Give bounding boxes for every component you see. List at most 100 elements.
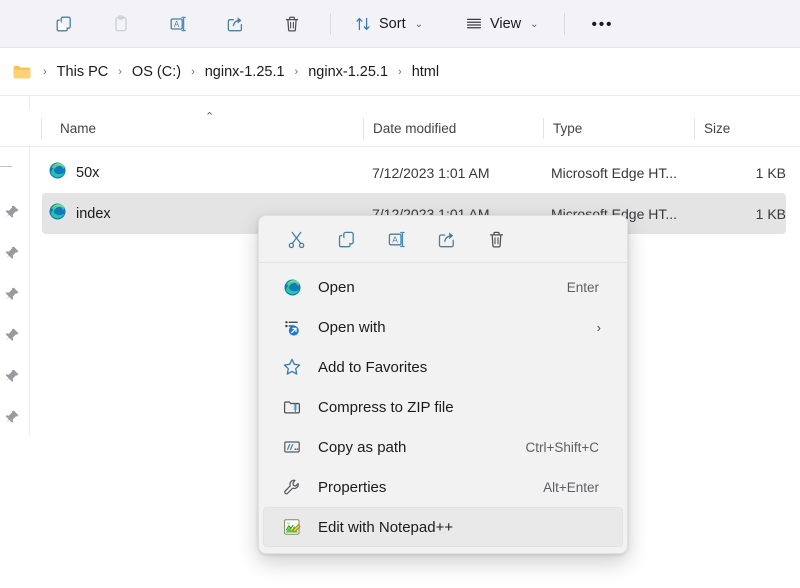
column-divider[interactable] <box>363 118 364 139</box>
wrench-icon <box>282 477 302 497</box>
breadcrumb: › This PC › OS (C:) › nginx-1.25.1 › ngi… <box>0 62 444 82</box>
chevron-down-icon: ⌄ <box>415 19 423 30</box>
rename-icon: A <box>386 229 407 250</box>
share-icon <box>436 229 457 250</box>
pin-icon[interactable] <box>4 368 20 384</box>
breadcrumb-separator: › <box>113 66 127 78</box>
toolbar-divider-2 <box>564 13 565 35</box>
breadcrumb-item-os-c[interactable]: OS (C:) <box>127 62 186 82</box>
toolbar-icon-group: A <box>0 8 312 40</box>
column-divider[interactable] <box>694 118 695 139</box>
sort-ascending-indicator: ⌃ <box>205 112 214 123</box>
context-menu-action-bar: A <box>259 216 627 262</box>
pin-icon[interactable] <box>4 409 20 425</box>
share-button[interactable] <box>215 8 255 40</box>
menu-item-label: Edit with Notepad++ <box>318 519 453 536</box>
copy-button[interactable] <box>44 8 84 40</box>
breadcrumb-separator: › <box>393 66 407 78</box>
delete-action[interactable] <box>478 223 514 255</box>
svg-text:A: A <box>392 234 398 244</box>
trash-icon <box>486 229 507 250</box>
cut-action[interactable] <box>278 223 314 255</box>
menu-item-label: Compress to ZIP file <box>318 399 454 416</box>
edge-icon <box>48 202 67 225</box>
chevron-down-icon: ⌄ <box>530 19 538 30</box>
breadcrumb-separator: › <box>186 66 200 78</box>
menu-item-edit-with-notepadpp[interactable]: Edit with Notepad++ <box>263 507 623 547</box>
breadcrumb-separator: › <box>290 66 304 78</box>
share-action[interactable] <box>428 223 464 255</box>
file-name-cell: index <box>48 202 111 225</box>
copy-icon <box>54 14 74 34</box>
column-header-size[interactable]: Size <box>704 110 730 147</box>
pin-icon[interactable] <box>4 327 20 343</box>
view-icon <box>465 15 483 33</box>
column-header-date-modified[interactable]: Date modified <box>373 110 456 147</box>
more-options-button[interactable]: ••• <box>585 8 621 40</box>
command-toolbar: A Sort ⌄ <box>0 0 800 48</box>
rename-button[interactable]: A <box>158 8 198 40</box>
folder-icon <box>12 63 32 81</box>
rename-action[interactable]: A <box>378 223 414 255</box>
menu-item-open[interactable]: Open Enter <box>263 267 623 307</box>
menu-item-label: Copy as path <box>318 439 406 456</box>
table-row[interactable]: 50x 7/12/2023 1:01 AM Microsoft Edge HT.… <box>42 152 786 193</box>
context-menu-items: Open Enter Open with › A <box>259 263 627 553</box>
open-with-icon <box>282 317 302 337</box>
file-size-cell: 1 KB <box>742 165 786 181</box>
view-label: View <box>490 16 521 32</box>
breadcrumb-item-nginx-1[interactable]: nginx-1.25.1 <box>200 62 290 82</box>
sort-button[interactable]: Sort ⌄ <box>345 8 432 40</box>
menu-item-properties[interactable]: Properties Alt+Enter <box>263 467 623 507</box>
edge-icon <box>48 161 67 184</box>
column-header-border <box>0 146 800 147</box>
menu-item-shortcut: Enter <box>567 280 599 295</box>
pin-icon[interactable] <box>4 245 20 261</box>
menu-item-label: Properties <box>318 479 386 496</box>
chevron-right-icon: › <box>597 320 601 335</box>
file-name-cell: 50x <box>48 161 99 184</box>
menu-item-add-to-favorites[interactable]: Add to Favorites <box>263 347 623 387</box>
edge-icon <box>282 277 302 297</box>
breadcrumb-item-nginx-2[interactable]: nginx-1.25.1 <box>303 62 393 82</box>
breadcrumb-item-html[interactable]: html <box>407 62 444 82</box>
context-menu: A <box>258 215 628 554</box>
menu-item-shortcut: Alt+Enter <box>543 480 599 495</box>
menu-item-compress-to-zip[interactable]: Compress to ZIP file <box>263 387 623 427</box>
copy-action[interactable] <box>328 223 364 255</box>
file-type-cell: Microsoft Edge HT... <box>551 165 677 181</box>
column-header-name[interactable]: Name <box>60 110 96 147</box>
nav-pane-divider <box>29 96 30 436</box>
menu-item-shortcut: Ctrl+Shift+C <box>525 440 599 455</box>
menu-item-copy-as-path[interactable]: Copy as path Ctrl+Shift+C <box>263 427 623 467</box>
zip-icon <box>282 397 302 417</box>
menu-item-label: Add to Favorites <box>318 359 427 376</box>
paste-button[interactable] <box>101 8 141 40</box>
file-name-text: 50x <box>76 165 99 181</box>
view-button[interactable]: View ⌄ <box>456 8 548 40</box>
address-bar: › This PC › OS (C:) › nginx-1.25.1 › ngi… <box>0 48 800 96</box>
copy-icon <box>336 229 357 250</box>
file-date-cell: 7/12/2023 1:01 AM <box>372 165 490 181</box>
pin-icon[interactable] <box>4 286 20 302</box>
column-divider[interactable] <box>543 118 544 139</box>
copy-path-icon <box>282 437 302 457</box>
sort-icon <box>354 15 372 33</box>
svg-text:A: A <box>174 20 180 29</box>
address-bar-border <box>0 95 800 96</box>
menu-item-label: Open with <box>318 319 386 336</box>
delete-button[interactable] <box>272 8 312 40</box>
toolbar-divider-1 <box>330 13 331 35</box>
rename-icon: A <box>168 14 188 34</box>
delete-icon <box>282 14 302 34</box>
menu-item-open-with[interactable]: Open with › <box>263 307 623 347</box>
column-header-type[interactable]: Type <box>553 110 582 147</box>
column-header-row: Name Date modified Type Size <box>0 110 800 147</box>
breadcrumb-separator: › <box>38 66 52 78</box>
scissors-icon <box>286 229 307 250</box>
breadcrumb-item-this-pc[interactable]: This PC <box>52 62 114 82</box>
share-icon <box>225 14 245 34</box>
column-divider[interactable] <box>41 118 42 139</box>
sort-label: Sort <box>379 16 406 32</box>
paste-icon <box>111 14 131 34</box>
